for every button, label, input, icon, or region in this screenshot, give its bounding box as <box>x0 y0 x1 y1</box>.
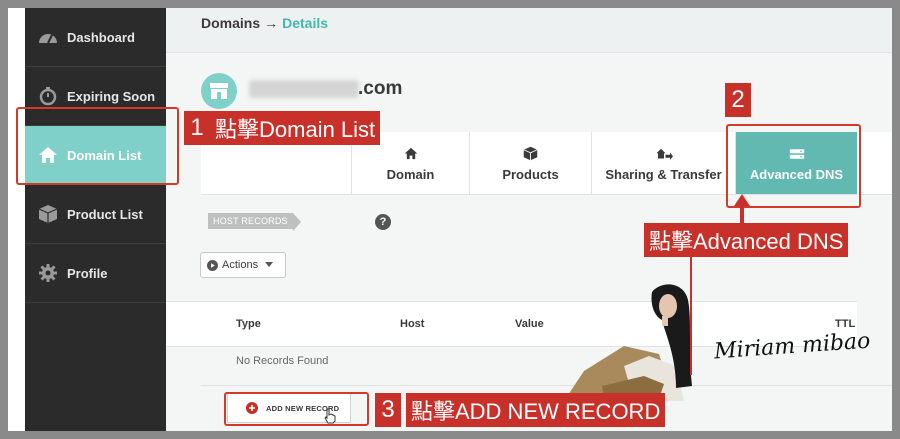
sidebar: Dashboard Expiring Soon Domain List Prod… <box>25 8 176 431</box>
domain-name-redacted <box>249 80 359 98</box>
gauge-icon <box>37 26 59 48</box>
column-header-host: Host <box>400 318 425 330</box>
host-records-label: HOST RECORDS <box>208 213 301 231</box>
main-content: Domains → Details .com Domain Products Sha… <box>166 8 892 431</box>
sidebar-item-label: Dashboard <box>67 29 135 45</box>
portrait-photo <box>564 276 724 401</box>
step-3-callout: 點擊ADD NEW RECORD <box>406 393 666 427</box>
domain-tld: .com <box>358 78 403 99</box>
breadcrumb: Domains → Details <box>201 15 328 31</box>
tab-sharing-transfer[interactable]: Sharing & Transfer <box>591 132 735 194</box>
box-icon <box>523 145 538 163</box>
box-icon <box>37 203 59 225</box>
screenshot-frame: Dashboard Expiring Soon Domain List Prod… <box>0 0 900 439</box>
highlight-box-domain-list <box>16 107 179 185</box>
stopwatch-icon <box>37 85 59 107</box>
highlight-box-add-record <box>224 392 369 426</box>
sidebar-item-profile[interactable]: Profile <box>25 244 166 303</box>
empty-records-message: No Records Found <box>236 355 329 367</box>
step-1-callout: 點擊Domain List <box>210 111 381 145</box>
sidebar-item-label: Profile <box>67 265 108 281</box>
step-2-number: 2 <box>725 83 751 117</box>
tab-products[interactable]: Products <box>469 132 591 194</box>
sidebar-item-label: Expiring Soon <box>67 88 156 104</box>
column-header-value: Value <box>515 318 544 330</box>
chevron-down-icon <box>265 262 274 268</box>
home-icon <box>404 145 418 163</box>
sidebar-item-label: Product List <box>67 206 143 222</box>
breadcrumb-current[interactable]: Details <box>282 15 328 31</box>
step-1-number: 1 <box>184 111 210 145</box>
gear-icon <box>37 262 59 284</box>
divider <box>201 385 892 386</box>
help-icon[interactable]: ? <box>375 214 391 230</box>
tab-label: Products <box>502 166 559 182</box>
column-header-type: Type <box>236 318 261 330</box>
step-3-number: 3 <box>375 393 401 427</box>
pointer-line <box>690 257 692 375</box>
breadcrumb-root[interactable]: Domains <box>201 15 260 31</box>
breadcrumb-separator: → <box>264 15 279 31</box>
sidebar-item-product-list[interactable]: Product List <box>25 185 166 244</box>
play-circle-icon <box>207 259 218 271</box>
sidebar-item-dashboard[interactable]: Dashboard <box>25 8 166 67</box>
transfer-icon <box>655 145 673 163</box>
step-2-callout: 點擊Advanced DNS <box>644 223 849 257</box>
actions-dropdown[interactable]: Actions <box>200 252 286 278</box>
app-window: Dashboard Expiring Soon Domain List Prod… <box>8 8 892 431</box>
breadcrumb-bar: Domains → Details <box>166 8 892 53</box>
tab-label: Sharing & Transfer <box>605 166 722 182</box>
left-gutter <box>8 8 25 431</box>
actions-label: Actions <box>222 259 259 271</box>
tab-label: Domain <box>386 166 435 182</box>
storefront-icon <box>201 73 237 109</box>
